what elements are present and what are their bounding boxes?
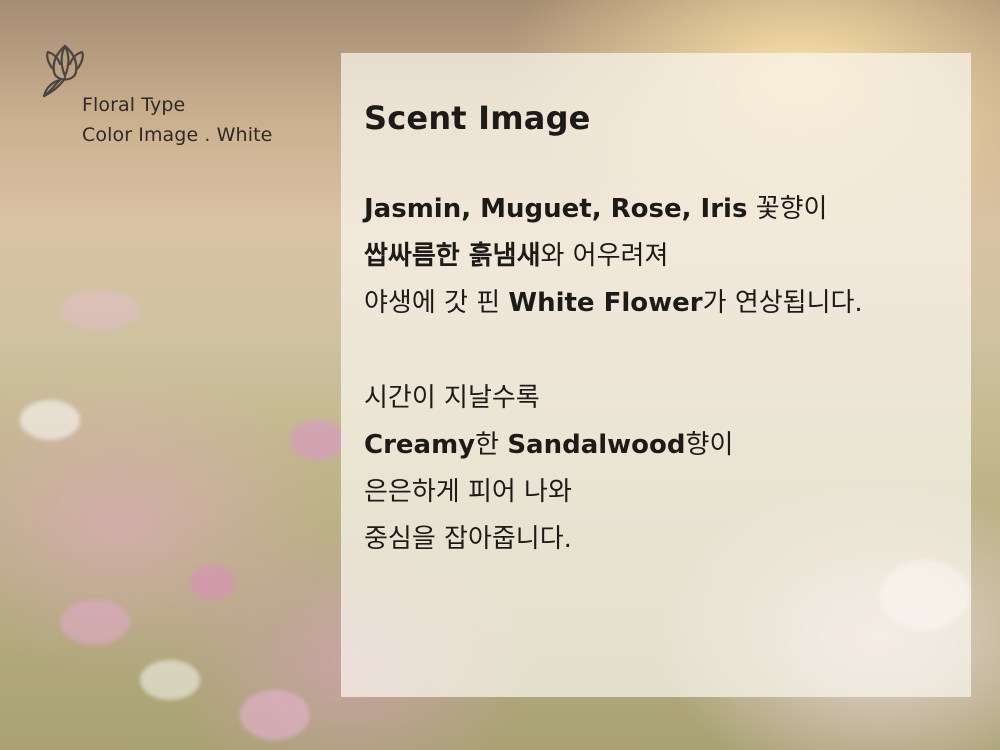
scent-line-1-rest: 꽃향이 xyxy=(747,194,828,224)
scent-line-3: 야생에 갓 핀 White Flower가 연상됩니다. xyxy=(364,280,964,327)
scent-line-2: 쌉싸름한 흙냄새와 어우려져 xyxy=(364,233,964,280)
floral-type-label: Floral Type xyxy=(82,94,186,116)
scent-line-3-rest: 가 연상됩니다. xyxy=(702,288,863,318)
flower-notes: Jasmin, Muguet, Rose, Iris xyxy=(364,194,748,224)
white-flower-note: White Flower xyxy=(508,288,703,318)
scent-line-3-pre: 야생에 갓 핀 xyxy=(364,288,509,318)
creamy-note: Creamy xyxy=(364,430,476,460)
sandalwood-note: Sandalwood xyxy=(507,430,686,460)
scent-line-5-rest: 향이 xyxy=(685,430,734,460)
scent-line-5: Creamy한 Sandalwood향이 xyxy=(364,422,964,469)
scent-line-1: Jasmin, Muguet, Rose, Iris 꽃향이 xyxy=(364,186,964,233)
scent-line-2-rest: 와 어우려져 xyxy=(540,241,669,271)
scent-line-7: 중심을 잡아줍니다. xyxy=(364,524,572,554)
scent-line-5-mid: 한 xyxy=(475,430,508,460)
floral-type-label-group: Floral Type Color Image . White xyxy=(82,90,272,150)
color-image-label: Color Image . White xyxy=(82,124,273,146)
scent-content: Scent Image Jasmin, Muguet, Rose, Iris 꽃… xyxy=(364,96,964,563)
scent-title: Scent Image xyxy=(364,99,591,137)
scent-line-6: 은은하게 피어 나와 xyxy=(364,477,572,507)
earthy-note: 쌉싸름한 흙냄새 xyxy=(364,241,541,271)
scent-line-4: 시간이 지날수록 xyxy=(364,383,540,413)
